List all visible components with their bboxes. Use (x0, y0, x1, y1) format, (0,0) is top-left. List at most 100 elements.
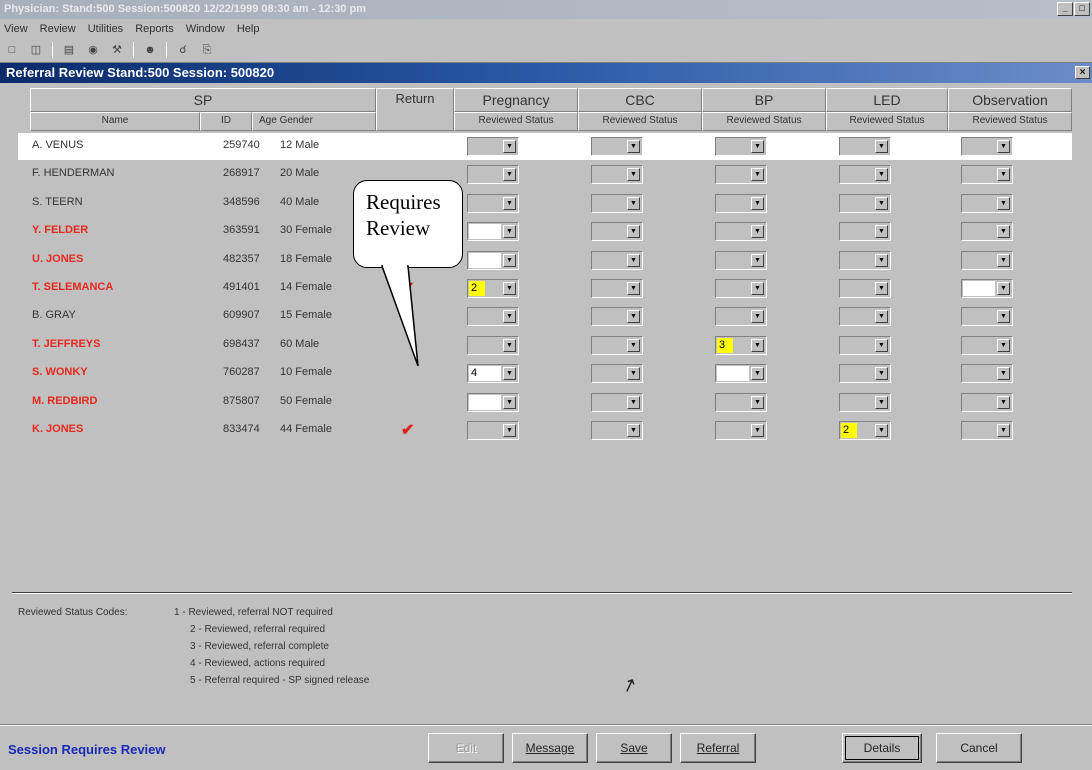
chevron-down-icon[interactable]: ▼ (997, 395, 1010, 409)
reviewed-status-select[interactable]: ▼ (467, 307, 519, 327)
chevron-down-icon[interactable]: ▼ (875, 310, 888, 324)
chevron-down-icon[interactable]: ▼ (627, 282, 640, 295)
chevron-down-icon[interactable]: ▼ (875, 196, 888, 210)
chevron-down-icon[interactable]: ▼ (503, 367, 516, 381)
menu-window[interactable]: Window (186, 23, 225, 35)
tools-icon[interactable]: ⚒ (109, 43, 125, 57)
chevron-down-icon[interactable]: ▼ (751, 225, 764, 239)
reviewed-status-select[interactable]: ▼ (961, 222, 1013, 242)
reviewed-status-select[interactable]: ▼ (961, 137, 1013, 156)
reviewed-status-select[interactable]: ▼ (961, 279, 1013, 298)
table-row[interactable]: S. TEERN 348596 40 Male ▼ ▼ ▼ ▼ ▼ (18, 190, 1072, 217)
reviewed-status-select[interactable]: ▼ (467, 250, 519, 270)
reviewed-status-select[interactable]: ▼ (591, 421, 643, 440)
chevron-down-icon[interactable]: ▼ (875, 282, 888, 295)
chevron-down-icon[interactable]: ▼ (875, 140, 888, 153)
users-icon[interactable]: ☻ (142, 43, 158, 57)
chevron-down-icon[interactable]: ▼ (751, 168, 764, 182)
reviewed-status-select[interactable]: ▼ (715, 250, 767, 270)
chevron-down-icon[interactable]: ▼ (503, 395, 516, 409)
reviewed-status-select[interactable]: ▼ (839, 250, 891, 270)
reviewed-status-select[interactable]: ▼ (467, 392, 519, 412)
chevron-down-icon[interactable]: ▼ (875, 225, 888, 239)
reviewed-status-select[interactable]: ▼ (839, 137, 891, 156)
message-button[interactable]: Message (512, 733, 588, 763)
reviewed-status-select[interactable]: ▼ (961, 364, 1013, 384)
header-name[interactable]: Name (30, 112, 200, 131)
reviewed-status-select[interactable]: ▼ (839, 335, 891, 355)
exit-icon[interactable]: ⎘ (199, 43, 215, 57)
menu-review[interactable]: Review (40, 23, 76, 35)
chevron-down-icon[interactable]: ▼ (751, 196, 764, 210)
chevron-down-icon[interactable]: ▼ (627, 196, 640, 210)
chevron-down-icon[interactable]: ▼ (751, 282, 764, 295)
details-button[interactable]: Details (842, 733, 922, 763)
chevron-down-icon[interactable]: ▼ (751, 253, 764, 267)
chevron-down-icon[interactable]: ▼ (503, 310, 516, 324)
reviewed-status-select[interactable]: ▼ (839, 165, 891, 185)
reviewed-status-select[interactable]: ▼ (467, 137, 519, 156)
reviewed-status-select[interactable]: 2 ▼ (839, 421, 891, 440)
menu-view[interactable]: View (4, 23, 28, 35)
reviewed-status-select[interactable]: ▼ (839, 193, 891, 213)
table-row[interactable]: S. WONKY 760287 10 Female 4 ▼ ▼ ▼ ▼ ▼ (18, 360, 1072, 387)
reviewed-status-select[interactable]: ▼ (715, 364, 767, 384)
chevron-down-icon[interactable]: ▼ (875, 367, 888, 381)
chevron-down-icon[interactable]: ▼ (627, 424, 640, 437)
chevron-down-icon[interactable]: ▼ (997, 168, 1010, 182)
table-row[interactable]: U. JONES 482357 18 Female ▼ ▼ ▼ ▼ ▼ (18, 247, 1072, 274)
minimize-button[interactable]: _ (1057, 2, 1073, 16)
reviewed-status-select[interactable]: ▼ (715, 279, 767, 298)
chevron-down-icon[interactable]: ▼ (997, 424, 1010, 437)
menu-reports[interactable]: Reports (135, 23, 174, 35)
reviewed-status-select[interactable]: ▼ (591, 335, 643, 355)
reviewed-status-select[interactable]: ▼ (467, 335, 519, 355)
reviewed-status-select[interactable]: ▼ (961, 193, 1013, 213)
chevron-down-icon[interactable]: ▼ (997, 282, 1010, 295)
reviewed-status-select[interactable]: ▼ (715, 421, 767, 440)
chevron-down-icon[interactable]: ▼ (875, 253, 888, 267)
reviewed-status-select[interactable]: ▼ (961, 307, 1013, 327)
chevron-down-icon[interactable]: ▼ (751, 424, 764, 437)
table-row[interactable]: K. JONES 833474 44 Female ✔ ▼ ▼ ▼ 2 ▼ ▼ (18, 417, 1072, 444)
reviewed-status-select[interactable]: 2 ▼ (467, 279, 519, 298)
chevron-down-icon[interactable]: ▼ (997, 196, 1010, 210)
referral-button[interactable]: Referral (680, 733, 756, 763)
reviewed-status-select[interactable]: ▼ (591, 250, 643, 270)
open-icon[interactable]: ◫ (28, 43, 44, 57)
chevron-down-icon[interactable]: ▼ (627, 140, 640, 153)
chevron-down-icon[interactable]: ▼ (997, 310, 1010, 324)
chevron-down-icon[interactable]: ▼ (627, 168, 640, 182)
help-icon[interactable]: ☌ (175, 43, 191, 57)
table-row[interactable]: B. GRAY 609907 15 Female ▼ ▼ ▼ ▼ ▼ (18, 303, 1072, 330)
chevron-down-icon[interactable]: ▼ (503, 168, 516, 182)
reviewed-status-select[interactable]: ▼ (591, 165, 643, 185)
print-icon[interactable]: ▤ (61, 43, 77, 57)
chevron-down-icon[interactable]: ▼ (875, 424, 888, 437)
preview-icon[interactable]: ◉ (85, 43, 101, 57)
chevron-down-icon[interactable]: ▼ (503, 338, 516, 352)
reviewed-status-select[interactable]: ▼ (839, 364, 891, 384)
reviewed-status-select[interactable]: ▼ (591, 392, 643, 412)
reviewed-status-select[interactable]: ▼ (715, 222, 767, 242)
reviewed-status-select[interactable]: ▼ (715, 165, 767, 185)
reviewed-status-select[interactable]: ▼ (961, 392, 1013, 412)
chevron-down-icon[interactable]: ▼ (627, 367, 640, 381)
reviewed-status-select[interactable]: ▼ (715, 307, 767, 327)
reviewed-status-select[interactable]: ▼ (839, 279, 891, 298)
reviewed-status-select[interactable]: ▼ (839, 307, 891, 327)
header-id[interactable]: ID (200, 112, 252, 131)
reviewed-status-select[interactable]: ▼ (591, 307, 643, 327)
reviewed-status-select[interactable]: ▼ (591, 222, 643, 242)
chevron-down-icon[interactable]: ▼ (751, 140, 764, 153)
table-row[interactable]: M. REDBIRD 875807 50 Female ▼ ▼ ▼ ▼ ▼ (18, 389, 1072, 416)
reviewed-status-select[interactable]: 3 ▼ (715, 335, 767, 355)
table-row[interactable]: T. JEFFREYS 698437 60 Male ▼ ▼ 3 ▼ ▼ ▼ (18, 332, 1072, 359)
reviewed-status-select[interactable]: ▼ (839, 222, 891, 242)
chevron-down-icon[interactable]: ▼ (627, 310, 640, 324)
chevron-down-icon[interactable]: ▼ (503, 225, 516, 239)
reviewed-status-select[interactable]: ▼ (591, 137, 643, 156)
chevron-down-icon[interactable]: ▼ (751, 367, 764, 381)
chevron-down-icon[interactable]: ▼ (503, 282, 516, 295)
reviewed-status-select[interactable]: ▼ (591, 279, 643, 298)
